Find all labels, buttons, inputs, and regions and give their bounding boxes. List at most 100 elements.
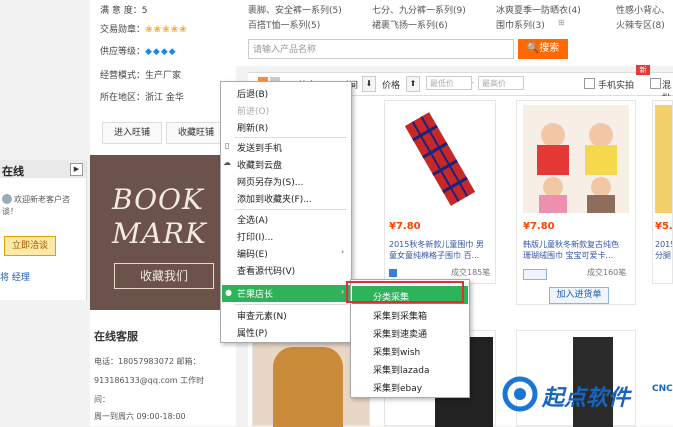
- avatar: [2, 194, 12, 204]
- expand-icon[interactable]: ⊞: [558, 18, 565, 27]
- supply-level: 供应等级：◆◆◆◆: [100, 44, 177, 57]
- menu-inspect[interactable]: 审查元素(N): [237, 309, 287, 322]
- menu-send-phone[interactable]: 发送到手机: [237, 141, 282, 154]
- service-phone: 电话：18057983072 邮箱：: [94, 357, 201, 366]
- new-badge: 新: [636, 65, 650, 75]
- expand-arrow-icon[interactable]: ▶: [70, 163, 83, 176]
- menu-back[interactable]: 后退(B): [237, 87, 268, 100]
- enter-shop-button[interactable]: 进入旺铺: [102, 122, 162, 144]
- bookmark-banner: BOOK MARK 收藏我们: [90, 155, 236, 310]
- search-button[interactable]: 🔍搜索: [518, 39, 568, 59]
- menu-divider: [235, 304, 347, 305]
- menu-encoding[interactable]: 编码(E): [237, 247, 268, 260]
- bookmark-line1: BOOK: [112, 183, 204, 216]
- product-sales: 成交185笔: [451, 268, 491, 277]
- context-menu: 后退(B) 前进(O) 刷新(R) ▯ 发送到手机 ☁ 收藏到云盘 网页另存为(…: [220, 81, 352, 343]
- phone-photo-checkbox[interactable]: [584, 78, 595, 89]
- product-price: ¥5.6: [655, 221, 673, 232]
- service-time-label: 间：: [94, 395, 110, 404]
- menu-divider: [235, 209, 347, 210]
- menu-properties[interactable]: 属性(P): [237, 326, 267, 339]
- menu-save-as[interactable]: 网页另存为(S)...: [237, 175, 303, 188]
- category-link[interactable]: 裙裹飞扬一系列(6): [372, 18, 448, 31]
- trade-medal: 交易勋章：❀❀❀❀❀: [100, 22, 188, 35]
- submenu-arrow-icon: ›: [341, 287, 345, 296]
- max-price-input[interactable]: 最高价: [478, 76, 524, 90]
- menu-refresh[interactable]: 刷新(R): [237, 121, 268, 134]
- product-card[interactable]: ¥7.80 2015秋冬新款儿童围巾 男 童女童纯棉格子围巾 百... 成交18…: [384, 100, 496, 284]
- trade-medal-label: 交易勋章：: [100, 25, 146, 35]
- business-mode: 经营模式：生产厂家: [100, 71, 182, 81]
- category-link[interactable]: 百搭T恤一系列(5): [248, 18, 320, 31]
- mango-icon: ●: [225, 288, 232, 297]
- sort-price[interactable]: 价格: [382, 78, 400, 91]
- menu-forward: 前进(O): [237, 107, 270, 117]
- menu-add-favorite[interactable]: 添加到收藏夹(F)...: [237, 192, 312, 205]
- category-link[interactable]: 火辣专区(8): [616, 18, 665, 31]
- product-image[interactable]: [389, 105, 491, 213]
- search-input[interactable]: 请输入产品名称: [248, 39, 514, 59]
- service-hours: 周一到周六 09:00-18:00: [94, 412, 186, 421]
- submenu-wish[interactable]: 采集到wish: [373, 345, 420, 358]
- product-card[interactable]: ¥7.80 韩版儿童秋冬新款复古纯色 珊瑚绒围巾 宝宝可爱卡... 成交160笔…: [516, 100, 636, 305]
- product-image[interactable]: [655, 105, 672, 213]
- welcome-text: 欢迎新老客户咨: [14, 195, 70, 204]
- manager-link[interactable]: 将 经理: [0, 270, 30, 283]
- menu-select-all[interactable]: 全选(A): [237, 213, 268, 226]
- watermark-logo: 起点软件 CNC: [500, 370, 673, 426]
- bookmark-line2: MARK: [112, 217, 207, 250]
- sort-up-icon[interactable]: ⬆: [406, 76, 420, 92]
- mix-checkbox[interactable]: [650, 78, 661, 89]
- watermark-text: 起点软件: [542, 386, 631, 411]
- medal-icon: ❀❀❀❀❀: [145, 25, 188, 35]
- menu-view-source[interactable]: 查看源代码(V): [237, 264, 295, 277]
- menu-mango-manager[interactable]: 芒果店长: [237, 287, 273, 300]
- add-to-cart-button[interactable]: 加入进货单: [549, 287, 609, 304]
- online-chat-panel: 在线 ▶ 欢迎新老客户咨 谈！ 立即洽谈 将 经理: [0, 160, 87, 300]
- online-header: 在线 ▶: [0, 160, 86, 178]
- consult-button[interactable]: 立即洽谈: [4, 236, 56, 256]
- online-title: 在线: [2, 165, 24, 178]
- service-title: 在线客服: [94, 330, 138, 343]
- cloud-icon: ☁: [223, 158, 231, 167]
- submenu-lazada[interactable]: 采集到lazada: [373, 363, 429, 376]
- menu-divider: [235, 137, 347, 138]
- min-price-input[interactable]: 最低价: [426, 76, 472, 90]
- category-link[interactable]: 性感小背心、: [616, 3, 670, 16]
- submenu-collect-box[interactable]: 采集到采集箱: [373, 309, 427, 322]
- fav-shop-button[interactable]: 收藏旺铺: [166, 122, 226, 144]
- shop-icon: [389, 269, 397, 277]
- search-icon: 🔍: [526, 43, 540, 54]
- category-link[interactable]: 七分、九分裤一系列(9): [372, 3, 466, 16]
- product-image[interactable]: [523, 105, 629, 213]
- search-label: 搜索: [539, 43, 560, 54]
- category-bar: 裹脚、安全裤一系列(5) 七分、九分裤一系列(9) 冰爽夏季一防晒衣(4) 性感…: [236, 0, 673, 36]
- sort-down-icon[interactable]: ⬇: [362, 76, 376, 92]
- badge-icon: [523, 269, 547, 280]
- product-title[interactable]: 韩版儿童秋冬新款复古纯色: [523, 239, 619, 250]
- submenu-aliexpress[interactable]: 采集到速卖通: [373, 327, 427, 340]
- product-price: ¥7.80: [523, 221, 555, 232]
- product-title[interactable]: 2015秋冬新款儿童围巾 男: [389, 239, 484, 250]
- phone-icon: ▯: [225, 141, 230, 150]
- category-link[interactable]: 冰爽夏季一防晒衣(4): [496, 3, 581, 16]
- product-card[interactable]: ¥5.6 2015秋 分腿: [652, 100, 673, 284]
- category-link[interactable]: 围巾系列(3): [496, 18, 545, 31]
- submenu-arrow-icon: ›: [341, 247, 345, 256]
- product-title-2[interactable]: 童女童纯棉格子围巾 百...: [389, 250, 479, 261]
- product-title-2[interactable]: 分腿: [655, 250, 671, 261]
- menu-save-cloud[interactable]: 收藏到云盘: [237, 158, 282, 171]
- watermark-sub: CNC: [652, 384, 673, 394]
- product-title-2[interactable]: 珊瑚绒围巾 宝宝可爱卡...: [523, 250, 613, 261]
- product-title[interactable]: 2015秋: [655, 239, 672, 250]
- bookmark-us-button[interactable]: 收藏我们: [114, 263, 214, 289]
- menu-print[interactable]: 打印(I)...: [237, 230, 273, 243]
- service-email: 913186133@qq.com 工作时: [94, 376, 205, 385]
- product-image[interactable]: [273, 347, 343, 427]
- submenu-ebay[interactable]: 采集到ebay: [373, 381, 422, 394]
- product-sales: 成交160笔: [587, 268, 627, 277]
- annotation-highlight-box: [346, 281, 464, 303]
- satisfaction: 满 意 度：5: [100, 6, 148, 16]
- category-link[interactable]: 裹脚、安全裤一系列(5): [248, 3, 342, 16]
- logo-swirl-icon: [502, 376, 538, 412]
